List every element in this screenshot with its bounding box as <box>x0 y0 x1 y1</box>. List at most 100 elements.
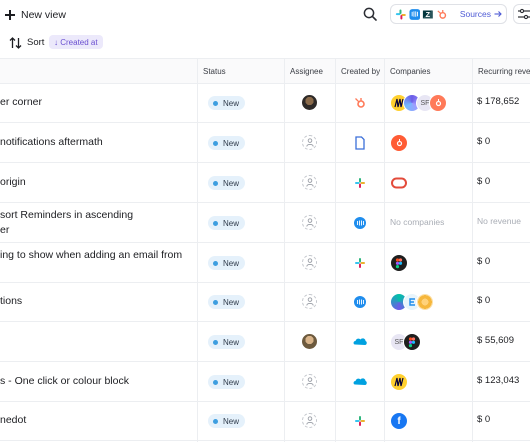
row-title[interactable]: origin <box>0 163 197 202</box>
status-text: New <box>223 138 240 148</box>
row-title[interactable]: notifications aftermath <box>0 123 197 162</box>
status-badge[interactable]: New <box>208 414 246 428</box>
status-dot <box>213 220 218 226</box>
companies-list[interactable] <box>390 134 408 152</box>
table-row[interactable]: notifications aftermath New $ 0 <box>0 123 530 163</box>
miro-logo <box>390 373 408 391</box>
arrow-right-icon <box>494 11 502 17</box>
avatar[interactable] <box>302 95 317 110</box>
column-header-companies[interactable]: Companies <box>384 59 430 84</box>
assignee-empty[interactable] <box>302 175 317 190</box>
slack-icon <box>395 9 406 19</box>
table-row[interactable]: er corner New SF $ 178,652 <box>0 83 530 123</box>
sort-label[interactable]: Sort <box>27 37 44 48</box>
sort-chip-created-at[interactable]: ↓ Created at <box>49 35 103 49</box>
status-text: New <box>223 218 240 228</box>
row-title[interactable]: sort Reminders in ascending er <box>0 203 197 242</box>
assignee-empty[interactable] <box>302 135 317 150</box>
revenue-value: $ 0 <box>477 414 491 425</box>
table-row[interactable]: origin New $ 0 <box>0 163 530 203</box>
avatar[interactable] <box>302 334 317 349</box>
status-text: New <box>223 297 240 307</box>
companies-list[interactable] <box>390 293 434 311</box>
status-badge[interactable]: New <box>208 256 246 270</box>
table-row[interactable]: New SF $ 55,609 <box>0 322 530 362</box>
person-icon <box>306 416 314 425</box>
assignee-empty[interactable] <box>302 215 317 230</box>
companies-list[interactable]: f <box>390 412 408 430</box>
table-row[interactable]: sort Reminders in ascending er New No co… <box>0 203 530 243</box>
document-icon <box>355 136 365 150</box>
person-icon <box>306 377 314 386</box>
search-icon[interactable] <box>362 6 378 22</box>
hubspot-icon <box>437 9 447 19</box>
person-icon <box>306 218 314 227</box>
status-dot <box>213 379 218 385</box>
companies-list[interactable] <box>390 373 408 391</box>
assignee-empty[interactable] <box>302 374 317 389</box>
companies-list[interactable] <box>390 174 408 192</box>
row-title[interactable]: er corner <box>0 83 197 122</box>
row-title[interactable] <box>0 322 197 361</box>
sliders-icon <box>518 8 530 20</box>
row-title[interactable]: s - One click or colour block <box>0 362 197 401</box>
slack-icon <box>355 178 365 188</box>
table-row[interactable]: tions New $ 0 <box>0 282 530 322</box>
companies-list[interactable]: SF <box>390 94 447 112</box>
status-dot <box>213 100 218 106</box>
row-title-text: notifications aftermath <box>0 136 103 148</box>
revenue-value: $ 0 <box>477 295 491 306</box>
top-toolbar: New view Z Sources <box>0 0 530 30</box>
intercom-icon <box>409 8 420 20</box>
status-badge[interactable]: New <box>208 295 246 309</box>
hubspot-logo <box>390 134 408 152</box>
row-title[interactable]: ing to show when adding an email from <box>0 243 197 282</box>
revenue-value: $ 0 <box>477 176 491 187</box>
hubspot-icon <box>355 98 365 108</box>
status-text: New <box>223 337 240 347</box>
salesforce-icon <box>353 338 367 345</box>
filter-settings-button[interactable] <box>513 4 530 24</box>
status-text: New <box>223 416 240 426</box>
oval-logo <box>390 174 408 192</box>
revenue-value: $ 0 <box>477 256 491 267</box>
assignee-empty[interactable] <box>302 294 317 309</box>
no-companies-text: No companies <box>390 217 445 227</box>
person-icon <box>306 258 314 267</box>
status-badge[interactable]: New <box>208 335 246 349</box>
new-view-button[interactable]: New view <box>5 7 66 23</box>
status-dot <box>213 260 218 266</box>
sunburst-logo <box>416 293 434 311</box>
status-dot <box>213 140 218 146</box>
revenue-value: $ 55,609 <box>477 335 514 346</box>
companies-list[interactable] <box>390 254 408 272</box>
status-badge[interactable]: New <box>208 136 246 150</box>
row-title[interactable]: nedot <box>0 401 197 440</box>
salesforce-icon <box>353 378 367 385</box>
column-header-recurring-revenue[interactable]: Recurring reven <box>472 59 530 84</box>
status-badge[interactable]: New <box>208 96 246 110</box>
sources-button[interactable]: Z Sources <box>390 4 507 24</box>
assignee-empty[interactable] <box>302 255 317 270</box>
status-badge[interactable]: New <box>208 216 246 230</box>
status-text: New <box>223 377 240 387</box>
plus-icon <box>5 10 15 20</box>
status-badge[interactable]: New <box>208 375 246 389</box>
person-icon <box>306 178 314 187</box>
table-row[interactable]: s - One click or colour block New $ 123,… <box>0 362 530 402</box>
column-header-status[interactable]: Status <box>197 59 226 84</box>
zendesk-icon: Z <box>423 10 434 19</box>
person-icon <box>306 297 314 306</box>
revenue-value: $ 178,652 <box>477 96 520 107</box>
revenue-value: $ 123,043 <box>477 375 520 386</box>
companies-list[interactable]: SF <box>390 333 421 351</box>
column-header-created-by[interactable]: Created by <box>335 59 380 84</box>
table-row[interactable]: ing to show when adding an email from Ne… <box>0 243 530 283</box>
status-badge[interactable]: New <box>208 176 246 190</box>
table-row[interactable]: nedot New f $ 0 <box>0 401 530 441</box>
sort-icon[interactable] <box>9 37 22 49</box>
assignee-empty[interactable] <box>302 413 317 428</box>
no-revenue-text: No revenue <box>477 216 521 226</box>
row-title[interactable]: tions <box>0 282 197 321</box>
column-header-assignee[interactable]: Assignee <box>284 59 323 84</box>
